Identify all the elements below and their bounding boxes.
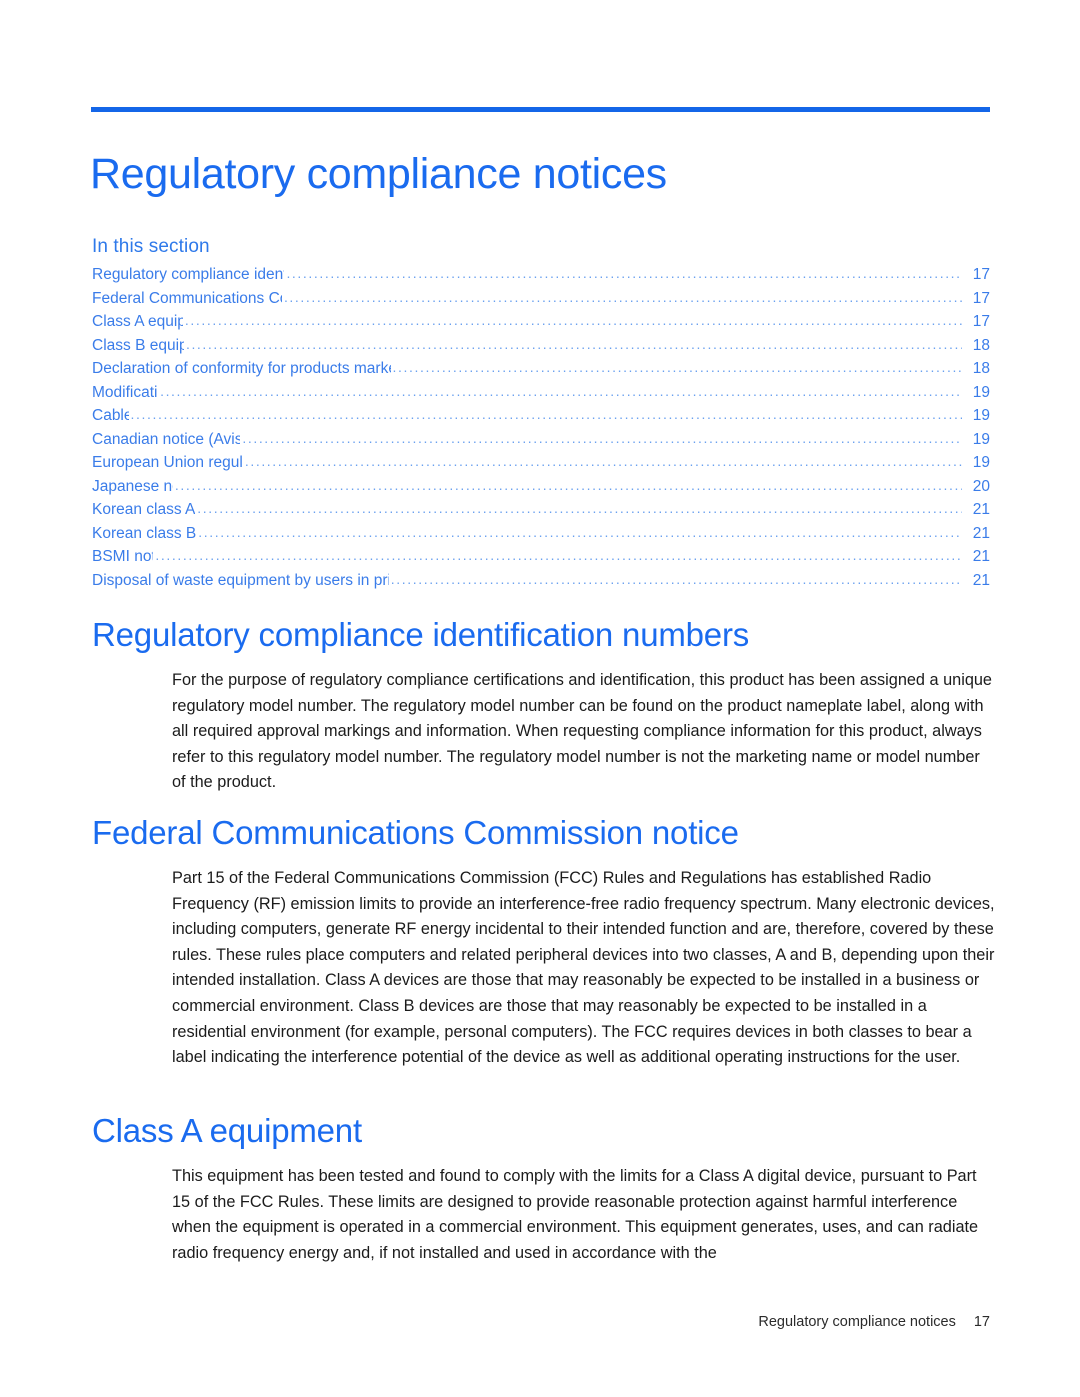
toc-dot-leader: ........................................…	[130, 406, 962, 422]
toc-entry-page-number: 19	[972, 383, 990, 401]
document-page: Regulatory compliance notices In this se…	[0, 0, 1080, 1397]
toc-entry-page-number: 17	[972, 266, 990, 283]
toc-entry-label: Canadian notice (Avis Canadien)	[92, 430, 241, 448]
section-heading: Class A equipment	[92, 1112, 362, 1149]
section-body: For the purpose of regulatory compliance…	[172, 668, 995, 796]
toc-heading: In this section	[92, 236, 210, 257]
toc-dot-leader: ........................................…	[174, 476, 962, 493]
toc-entry-page-number: 20	[972, 477, 990, 495]
toc-entry[interactable]: BSMI notice.............................…	[92, 545, 990, 569]
section-heading: Federal Communications Commission notice	[92, 814, 739, 851]
toc-entry[interactable]: Korean class B notice...................…	[92, 522, 990, 546]
section-body: Part 15 of the Federal Communications Co…	[172, 866, 995, 1071]
toc-dot-leader: ........................................…	[197, 500, 962, 516]
toc-entry-label: Korean class B notice	[92, 524, 197, 542]
toc-entry-label: Korean class A notice	[92, 501, 195, 518]
section-paragraph: For the purpose of regulatory compliance…	[172, 671, 992, 792]
content-section: Federal Communications Commission notice…	[92, 812, 995, 1071]
toc-entry[interactable]: Cables..................................…	[92, 404, 990, 428]
toc-entry-page-number: 17	[972, 313, 990, 330]
toc-entry[interactable]: European Union regulatory notice........…	[92, 451, 990, 475]
toc-entry[interactable]: Japanese notice.........................…	[92, 475, 990, 499]
toc-entry-label: European Union regulatory notice	[92, 454, 243, 471]
toc-entry[interactable]: Korean class A notice...................…	[92, 498, 990, 522]
toc-entry-label: Disposal of waste equipment by users in …	[92, 571, 389, 589]
toc-dot-leader: ........................................…	[160, 382, 962, 399]
toc-entry-page-number: 19	[972, 454, 990, 471]
toc-entry[interactable]: Canadian notice (Avis Canadien).........…	[92, 428, 990, 452]
toc-entry[interactable]: Modifications...........................…	[92, 381, 990, 405]
toc-entry-page-number: 18	[972, 360, 990, 377]
toc-dot-leader: ........................................…	[392, 359, 963, 375]
toc-entry[interactable]: Regulatory compliance identification num…	[92, 263, 990, 287]
content-section: Class A equipment This equipment has been…	[92, 1110, 995, 1266]
toc-entry-page-number: 21	[972, 524, 990, 542]
section-heading: Regulatory compliance identification num…	[92, 616, 750, 653]
toc-dot-leader: ........................................…	[244, 453, 962, 469]
toc-entry-page-number: 21	[972, 548, 990, 565]
section-paragraph: Part 15 of the Federal Communications Co…	[172, 869, 995, 1067]
toc-entry[interactable]: Declaration of conformity for products m…	[92, 357, 990, 381]
toc-dot-leader: ........................................…	[198, 523, 962, 540]
toc-entry-page-number: 18	[972, 336, 990, 354]
page-title: Regulatory compliance notices	[90, 149, 667, 198]
section-paragraph: This equipment has been tested and found…	[172, 1167, 979, 1262]
toc-entry-page-number: 17	[972, 289, 990, 307]
toc-dot-leader: ........................................…	[185, 335, 962, 352]
toc-entry[interactable]: Class B equipment.......................…	[92, 334, 990, 358]
toc-entry-label: Federal Communications Commission notice	[92, 289, 282, 307]
toc-entry-label: BSMI notice	[92, 548, 153, 565]
footer-title: Regulatory compliance notices	[758, 1314, 956, 1330]
toc-entry-label: Cables	[92, 407, 129, 424]
toc-entry-page-number: 21	[972, 571, 990, 589]
toc-entry-label: Declaration of conformity for products m…	[92, 360, 391, 377]
table-of-contents: In this section Regulatory compliance id…	[92, 234, 990, 592]
toc-entry-list: Regulatory compliance identification num…	[92, 263, 990, 592]
chapter-rule-divider	[91, 107, 990, 112]
toc-dot-leader: ........................................…	[283, 288, 962, 305]
toc-dot-leader: ........................................…	[390, 570, 962, 587]
toc-dot-leader: ........................................…	[184, 312, 962, 328]
toc-entry[interactable]: Disposal of waste equipment by users in …	[92, 569, 990, 593]
toc-entry-label: Class A equipment	[92, 313, 183, 330]
toc-dot-leader: ........................................…	[155, 547, 962, 563]
page-footer: Regulatory compliance notices 17	[0, 1312, 990, 1332]
toc-dot-leader: ........................................…	[242, 429, 962, 446]
toc-entry-label: Modifications	[92, 383, 158, 401]
content-section: Regulatory compliance identification num…	[92, 614, 995, 796]
toc-entry[interactable]: Class A equipment.......................…	[92, 310, 990, 334]
toc-entry-label: Regulatory compliance identification num…	[92, 266, 284, 283]
toc-entry-label: Class B equipment	[92, 336, 184, 354]
toc-entry-label: Japanese notice	[92, 477, 173, 495]
toc-dot-leader: ........................................…	[286, 265, 962, 281]
toc-entry-page-number: 19	[972, 430, 990, 448]
toc-entry[interactable]: Federal Communications Commission notice…	[92, 287, 990, 311]
toc-entry-page-number: 21	[972, 501, 990, 518]
section-body: This equipment has been tested and found…	[172, 1164, 995, 1266]
toc-entry-page-number: 19	[972, 407, 990, 424]
footer-page-number: 17	[973, 1314, 990, 1330]
